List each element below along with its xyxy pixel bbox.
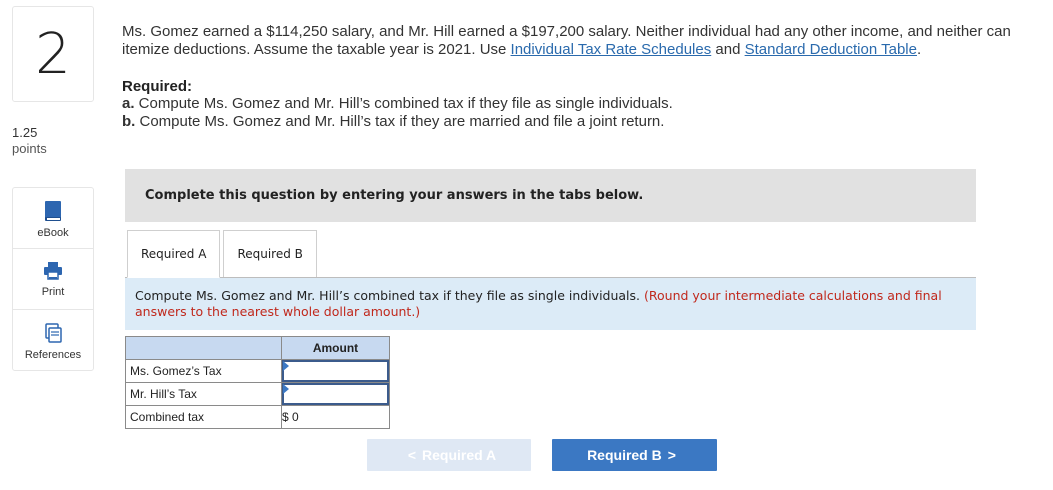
ebook-button[interactable]: eBook xyxy=(13,188,93,249)
row-label: Mr. Hill’s Tax xyxy=(125,382,282,406)
required-item-b: b. Compute Ms. Gomez and Mr. Hill’s tax … xyxy=(122,113,665,130)
currency-symbol: $ xyxy=(282,410,289,424)
banner-text: Complete this question by entering your … xyxy=(145,188,644,203)
standard-deduction-link[interactable]: Standard Deduction Table xyxy=(745,41,917,58)
question-prompt: Ms. Gomez earned a $114,250 salary, and … xyxy=(122,23,1047,59)
book-icon xyxy=(45,201,61,221)
table-row: Ms. Gomez’s Tax xyxy=(125,359,390,383)
gomez-tax-input[interactable] xyxy=(281,359,390,383)
question-number-box: 2 xyxy=(12,6,94,102)
chevron-left-icon: < xyxy=(407,447,417,463)
tab-instruction: Compute Ms. Gomez and Mr. Hill’s combine… xyxy=(125,278,976,330)
label-column-header xyxy=(125,336,282,360)
prompt-and: and xyxy=(711,41,745,58)
answer-tabs: Required A Required B xyxy=(127,230,320,278)
input-flag-icon xyxy=(283,361,289,371)
instruction-text: Compute Ms. Gomez and Mr. Hill’s combine… xyxy=(135,288,644,303)
combined-tax-cell: $ 0 xyxy=(281,405,390,429)
table-row: Combined tax $ 0 xyxy=(125,405,390,429)
references-icon xyxy=(45,323,62,343)
question-number: 2 xyxy=(35,21,71,87)
required-item-a: a. Compute Ms. Gomez and Mr. Hill’s comb… xyxy=(122,95,673,112)
table-row: Mr. Hill’s Tax xyxy=(125,382,390,406)
row-label: Combined tax xyxy=(125,405,282,429)
printer-icon xyxy=(44,262,62,280)
references-button[interactable]: References xyxy=(13,310,93,371)
ebook-label: eBook xyxy=(37,227,69,239)
chevron-right-icon: > xyxy=(667,447,676,463)
print-button[interactable]: Print xyxy=(13,249,93,310)
prompt-period: . xyxy=(916,41,922,58)
prev-required-a-button[interactable]: < Required A xyxy=(367,439,531,471)
table-header-row: Amount xyxy=(125,336,390,360)
tab-required-a[interactable]: Required A xyxy=(127,230,221,278)
references-label: References xyxy=(24,349,82,361)
tab-required-b[interactable]: Required B xyxy=(223,230,317,278)
tools-panel: eBook Print References xyxy=(12,187,94,371)
points-label: points xyxy=(12,141,47,156)
prev-button-label: Required A xyxy=(422,447,497,463)
combined-tax-value: 0 xyxy=(292,410,299,424)
points-value: 1.25 xyxy=(12,125,38,140)
input-flag-icon xyxy=(283,384,289,394)
points-indicator: 1.25 points xyxy=(12,125,47,157)
hill-tax-input[interactable] xyxy=(281,382,390,406)
required-heading: Required: xyxy=(122,78,193,95)
amount-column-header: Amount xyxy=(281,336,390,360)
required-list: a. Compute Ms. Gomez and Mr. Hill’s comb… xyxy=(122,95,673,131)
next-required-b-button[interactable]: Required B > xyxy=(552,439,717,471)
instructions-banner: Complete this question by entering your … xyxy=(125,169,976,222)
row-label: Ms. Gomez’s Tax xyxy=(125,359,282,383)
answer-table: Amount Ms. Gomez’s Tax Mr. Hill’s Tax Co… xyxy=(125,336,390,429)
next-button-label: Required B xyxy=(587,447,662,463)
tax-rate-schedules-link[interactable]: Individual Tax Rate Schedules xyxy=(511,41,712,58)
print-label: Print xyxy=(41,286,65,298)
